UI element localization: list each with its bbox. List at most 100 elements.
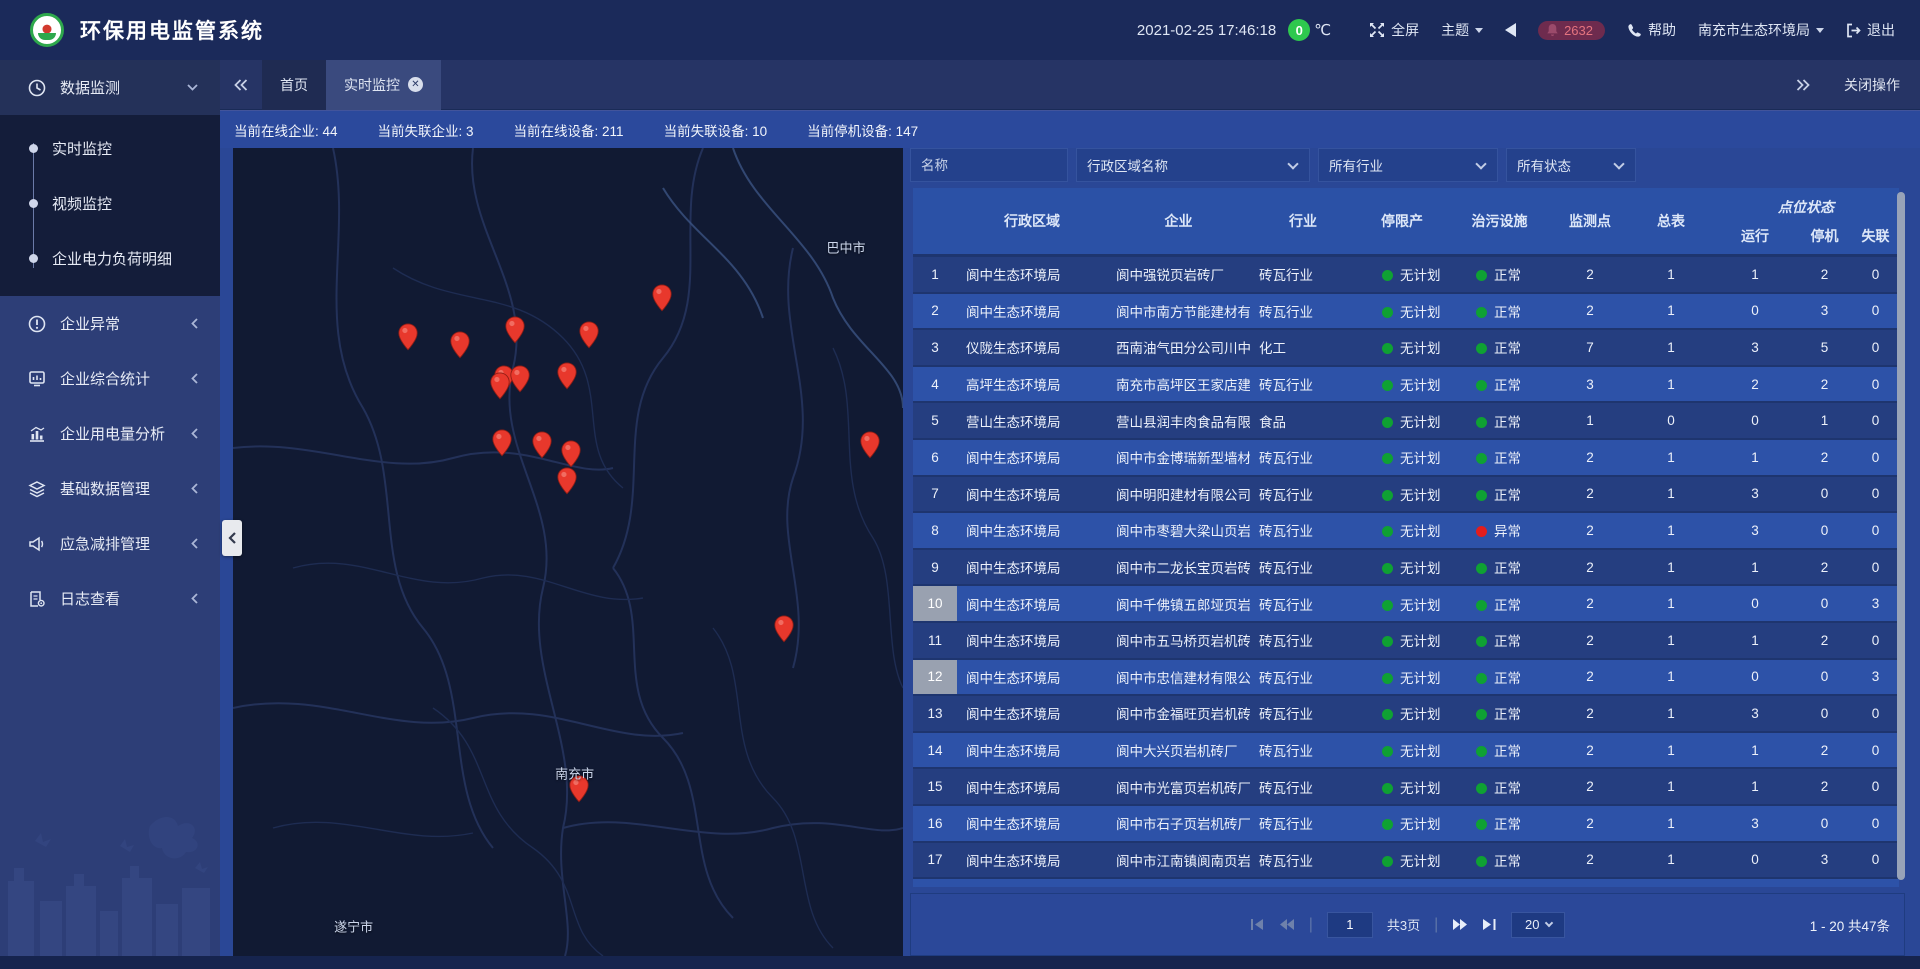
map-pin[interactable] [397,323,418,356]
table-row[interactable]: 5营山生态环境局营山县润丰肉食品有限食品无计划正常10010 [913,403,1899,440]
cell-lost: 0 [1852,743,1899,758]
map-pin[interactable] [578,321,599,354]
table-row[interactable]: 6阆中生态环境局阆中市金博瑞新型墙材砖瓦行业无计划正常21120 [913,440,1899,477]
phone-icon [1627,23,1642,38]
cell-facility-status: 异常 [1448,520,1551,540]
table-row[interactable]: 10阆中生态环境局阆中千佛镇五郎垭页岩砖瓦行业无计划正常21003 [913,586,1899,623]
filter-row: 行政区域名称 所有行业 所有状态 [910,148,1905,182]
map-pin[interactable] [450,331,471,364]
cell-company: 阆中市江南镇阆南页岩 [1107,850,1250,870]
table-row[interactable]: 1阆中生态环境局阆中强锐页岩砖厂砖瓦行业无计划正常21120 [913,257,1899,294]
close-operations-button[interactable]: 关闭操作 [1844,75,1900,95]
fullscreen-button[interactable]: 全屏 [1369,20,1419,40]
sidebar-item-log-view[interactable]: 日志查看 [0,571,220,626]
table-scrollbar[interactable] [1897,192,1905,880]
map-panel[interactable]: 巴中市南充市遂宁市 [233,148,903,956]
table-row[interactable]: 14阆中生态环境局阆中大兴页岩机砖厂砖瓦行业无计划正常21120 [913,733,1899,770]
chevron-left-icon [191,373,198,384]
cell-run: 1 [1713,560,1797,575]
cell-row-number: 1 [913,257,957,292]
cell-total: 1 [1629,596,1713,611]
help-button[interactable]: 帮助 [1627,20,1676,40]
last-page-button[interactable] [1482,918,1497,931]
sidebar-subitem-video-monitoring[interactable]: 视频监控 [0,176,220,231]
cell-company: 阆中市五马桥页岩机砖 [1107,630,1250,650]
table-row[interactable]: 18南部生态环境局南部县建兴水泥有限公砖瓦行业无计划正常50050 [913,879,1899,887]
tabs-scroll-right-button[interactable] [1796,79,1810,91]
cell-points: 7 [1551,340,1629,355]
region-filter-select[interactable]: 行政区域名称 [1076,148,1310,182]
sidebar-subitem-power-load-detail[interactable]: 企业电力负荷明细 [0,231,220,286]
cell-region: 阆中生态环境局 [957,813,1107,833]
table-row[interactable]: 9阆中生态环境局阆中市二龙长宝页岩砖砖瓦行业无计划正常21120 [913,550,1899,587]
table-row[interactable]: 7阆中生态环境局阆中明阳建材有限公司砖瓦行业无计划正常21300 [913,477,1899,514]
table-row[interactable]: 4高坪生态环境局南充市高坪区王家店建砖瓦行业无计划正常31220 [913,367,1899,404]
cell-row-number: 3 [913,330,957,365]
previous-page-button[interactable] [1279,918,1295,931]
map-collapse-handle[interactable] [222,520,242,556]
map-pin[interactable] [651,284,672,317]
cell-row-number: 14 [913,733,957,768]
name-filter-input[interactable] [910,148,1068,182]
map-pin[interactable] [557,362,578,395]
cell-facility-status: 正常 [1448,740,1551,760]
table-row[interactable]: 13阆中生态环境局阆中市金福旺页岩机砖砖瓦行业无计划正常21300 [913,696,1899,733]
tab-realtime-monitoring[interactable]: 实时监控 ✕ [326,60,441,110]
sidebar-item-emergency-reduction[interactable]: 应急减排管理 [0,516,220,571]
sidebar-subitem-realtime-monitoring[interactable]: 实时监控 [0,121,220,176]
cell-limit-status: 无计划 [1356,630,1448,650]
tabs-scroll-left-button[interactable] [220,60,262,110]
bullet-icon [29,199,38,208]
table-row[interactable]: 8阆中生态环境局阆中市枣碧大梁山页岩砖瓦行业无计划异常21300 [913,513,1899,550]
first-page-button[interactable] [1250,918,1265,931]
table-row[interactable]: 3仪陇生态环境局西南油气田分公司川中化工无计划正常71350 [913,330,1899,367]
cell-points: 2 [1551,523,1629,538]
sidebar-item-enterprise-statistics[interactable]: 企业综合统计 [0,351,220,406]
map-pin[interactable] [490,372,511,405]
map-pin[interactable] [557,467,578,500]
cell-industry: 砖瓦行业 [1250,374,1356,394]
industry-filter-select[interactable]: 所有行业 [1318,148,1498,182]
map-pin[interactable] [859,431,880,464]
table-row[interactable]: 16阆中生态环境局阆中市石子页岩机砖厂砖瓦行业无计划正常21300 [913,806,1899,843]
map-pin[interactable] [491,429,512,462]
table-row[interactable]: 11阆中生态环境局阆中市五马桥页岩机砖砖瓦行业无计划正常21120 [913,623,1899,660]
cell-total: 1 [1629,669,1713,684]
tab-home[interactable]: 首页 [262,60,326,110]
table-row[interactable]: 12阆中生态环境局阆中市忠信建材有限公砖瓦行业无计划正常21003 [913,660,1899,697]
map-pin[interactable] [773,615,794,648]
cell-run: 3 [1713,816,1797,831]
status-dot-icon [1476,490,1487,501]
cell-row-number: 12 [913,660,957,695]
sidebar-item-base-data[interactable]: 基础数据管理 [0,461,220,516]
cell-limit-status: 无计划 [1356,484,1448,504]
status-filter-select[interactable]: 所有状态 [1506,148,1636,182]
next-page-button[interactable] [1452,918,1468,931]
sidebar-item-power-analysis[interactable]: 企业用电量分析 [0,406,220,461]
logout-button[interactable]: 退出 [1846,20,1895,40]
cell-total: 1 [1629,303,1713,318]
map-pin[interactable] [505,316,526,349]
cell-facility-status: 正常 [1448,886,1551,887]
table-row[interactable]: 17阆中生态环境局阆中市江南镇阆南页岩砖瓦行业无计划正常21030 [913,843,1899,880]
tab-close-icon[interactable]: ✕ [408,77,423,92]
table-row[interactable]: 15阆中生态环境局阆中市光富页岩机砖厂砖瓦行业无计划正常21120 [913,769,1899,806]
map-pin[interactable] [509,365,530,398]
org-dropdown[interactable]: 南充市生态环境局 [1698,20,1824,40]
sidebar-item-data-monitoring[interactable]: 数据监测 [0,60,220,115]
cell-total: 1 [1629,486,1713,501]
table-row[interactable]: 2阆中生态环境局阆中市南方节能建材有砖瓦行业无计划正常21030 [913,294,1899,331]
chevron-left-icon [191,318,198,329]
page-number-input[interactable] [1327,912,1373,938]
sidebar-item-enterprise-abnormal[interactable]: 企业异常 [0,296,220,351]
mute-button[interactable] [1505,23,1516,37]
theme-dropdown[interactable]: 主题 [1441,20,1483,40]
cell-company: 阆中市南方节能建材有 [1107,301,1250,321]
notification-badge[interactable]: 2632 [1538,21,1605,40]
page-size-select[interactable]: 20 [1511,912,1565,938]
map-pin[interactable] [531,431,552,464]
cell-row-number: 17 [913,843,957,878]
col-total: 总表 [1629,211,1713,231]
name-input[interactable] [921,158,1057,173]
cell-lost: 0 [1852,852,1899,867]
